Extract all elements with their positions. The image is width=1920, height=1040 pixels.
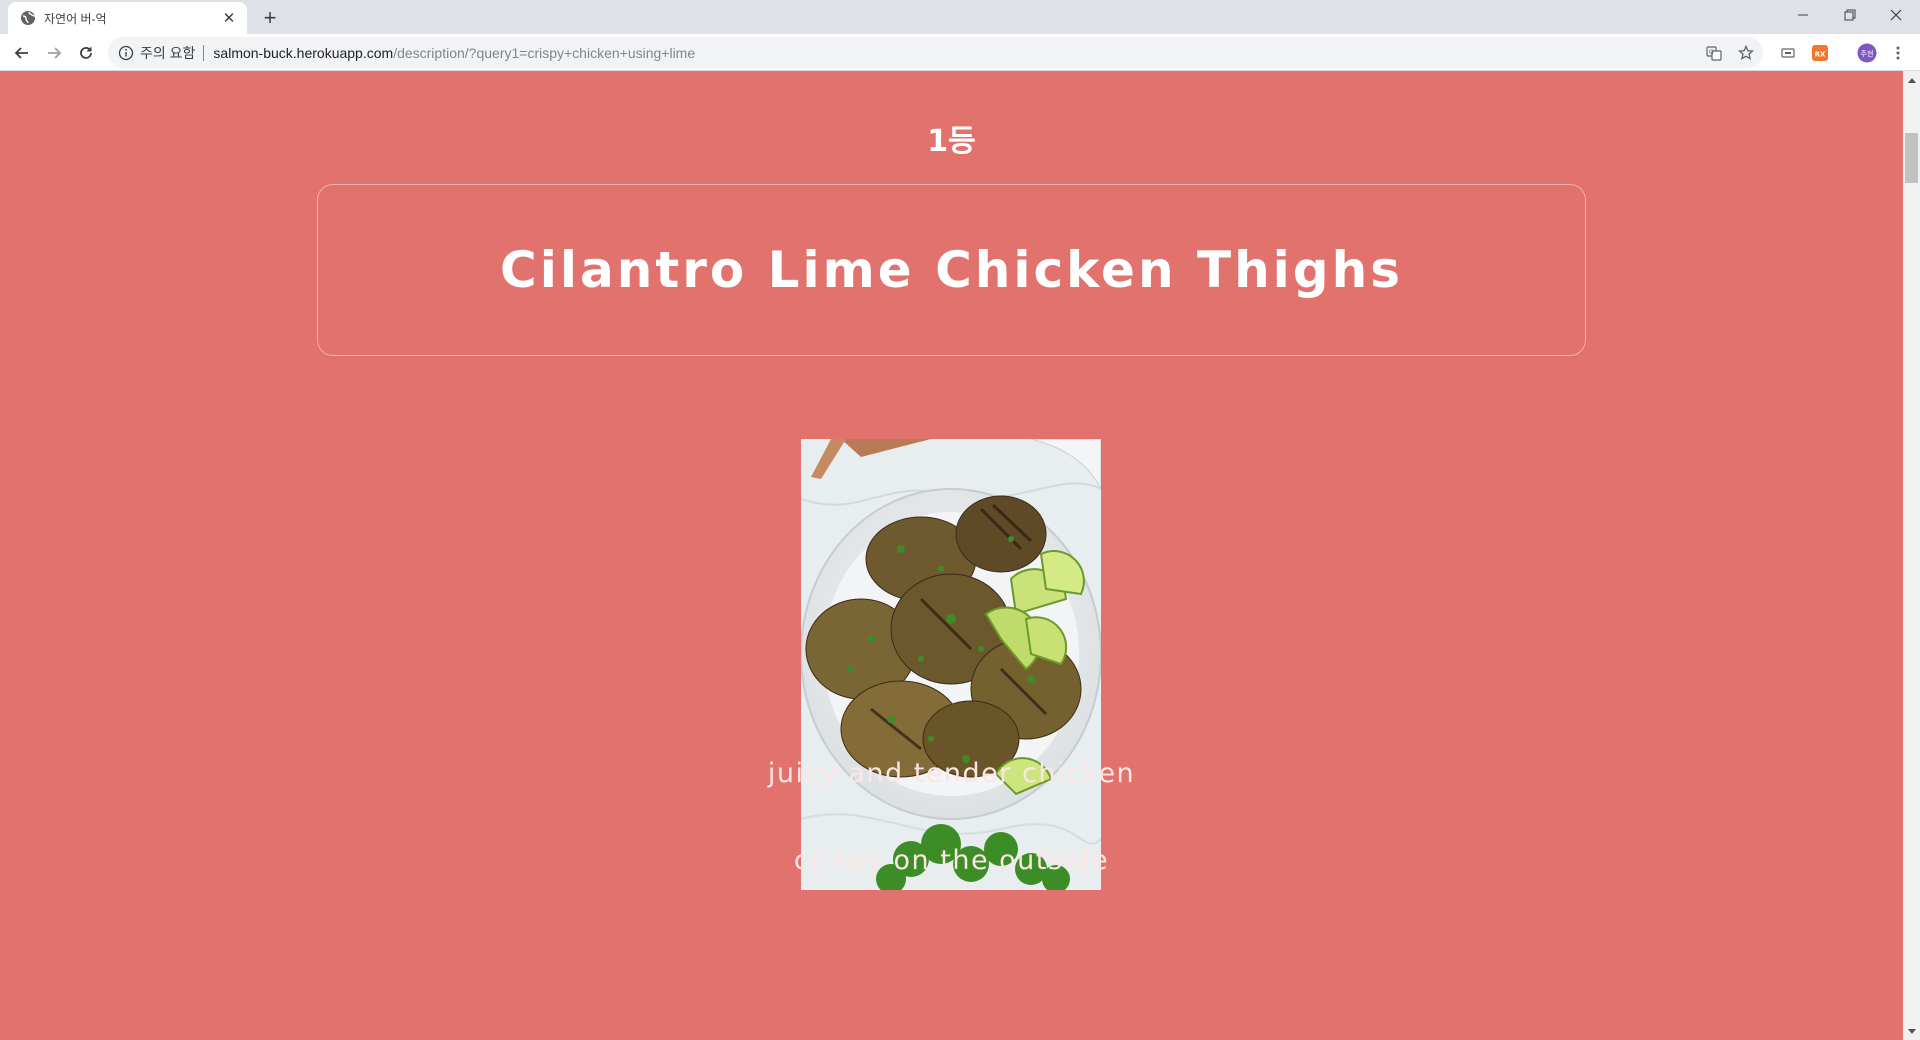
back-button[interactable]	[8, 39, 36, 67]
recipe-image	[801, 439, 1101, 890]
extension-icon[interactable]: RX	[1806, 39, 1834, 67]
close-tab-icon[interactable]: ✕	[221, 10, 237, 27]
minimize-button[interactable]	[1780, 0, 1826, 30]
arrow-left-icon	[14, 47, 28, 59]
reload-icon	[80, 47, 92, 59]
bookmark-star-icon[interactable]	[1732, 37, 1760, 68]
scroll-down-arrow-icon[interactable]	[1903, 1023, 1920, 1040]
forward-button[interactable]	[40, 39, 68, 67]
profile-initials: 주현	[1861, 50, 1874, 58]
reload-button[interactable]	[72, 39, 100, 67]
browser-tab[interactable]: 자연어 버-억 ✕	[8, 2, 247, 34]
profile-avatar[interactable]: 주현	[1853, 39, 1881, 67]
address-separator	[203, 44, 205, 61]
tab-strip: 자연어 버-억 ✕ +	[0, 0, 1920, 34]
description-line-1: juicy and tender chicken	[767, 758, 1136, 789]
scroll-up-arrow-icon[interactable]	[1903, 71, 1920, 88]
globe-icon	[20, 10, 36, 26]
svg-text:G: G	[1709, 49, 1714, 56]
browser-toolbar: 주의 요함 salmon-buck.herokuapp.com/descript…	[0, 34, 1920, 71]
arrow-right-icon	[48, 47, 62, 59]
close-window-button[interactable]	[1873, 0, 1919, 30]
rank-label: 1등	[927, 124, 976, 159]
cast-icon[interactable]	[1774, 39, 1802, 67]
tab-title: 자연어 버-억	[44, 11, 107, 26]
page-viewport: 1등 Cilantro Lime Chicken Thighs juicy an…	[0, 71, 1903, 1040]
vertical-scrollbar[interactable]	[1903, 71, 1920, 1040]
address-bar[interactable]: 주의 요함 salmon-buck.herokuapp.com/descript…	[108, 37, 1763, 68]
restore-button[interactable]	[1827, 0, 1873, 30]
security-status[interactable]: 주의 요함	[140, 43, 195, 63]
recipe-title-box: Cilantro Lime Chicken Thighs	[317, 184, 1586, 356]
menu-kebab-icon[interactable]	[1884, 39, 1912, 67]
translate-icon[interactable]: G	[1700, 37, 1728, 68]
recipe-title: Cilantro Lime Chicken Thighs	[500, 241, 1403, 299]
info-icon[interactable]	[118, 45, 134, 61]
new-tab-button[interactable]: +	[258, 5, 282, 30]
scrollbar-thumb[interactable]	[1905, 133, 1918, 183]
url-path: /description/?query1=crispy+chicken+usin…	[393, 44, 696, 61]
extension-badge: RX	[1815, 51, 1826, 59]
url-host: salmon-buck.herokuapp.com	[213, 44, 394, 61]
description-line-2: crispy on the outside	[793, 845, 1110, 876]
